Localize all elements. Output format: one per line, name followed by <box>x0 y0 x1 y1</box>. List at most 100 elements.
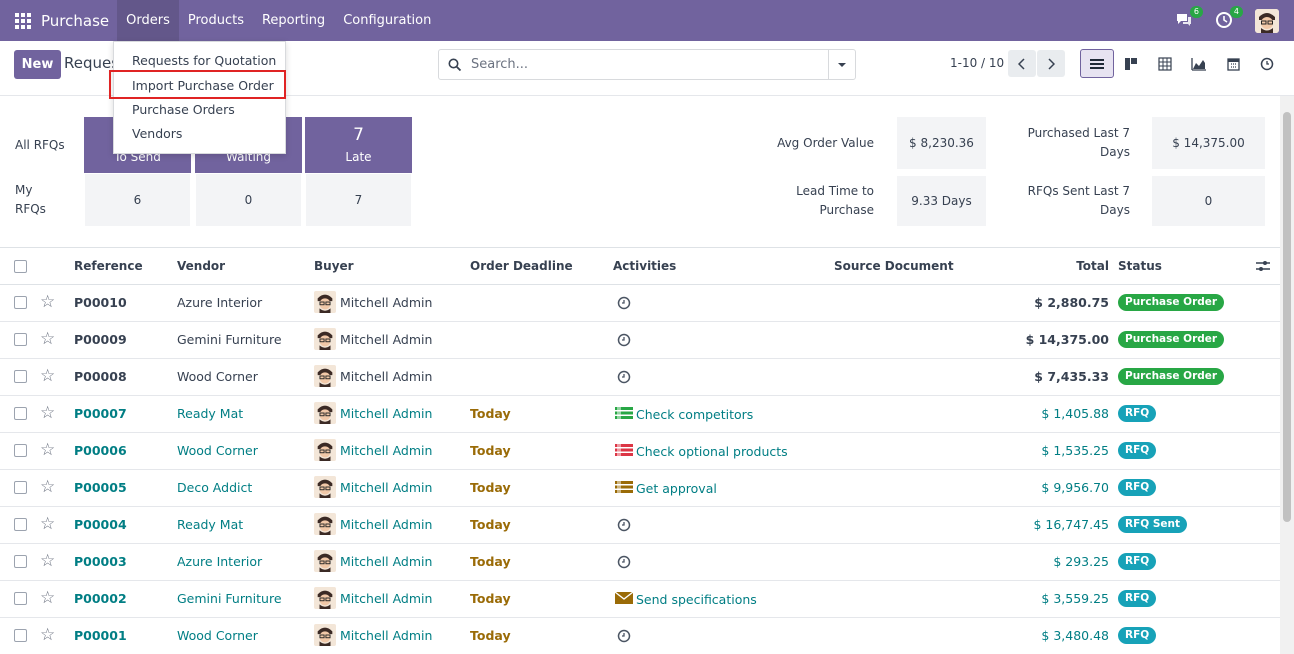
pager-value[interactable]: 1-10 / 10 <box>950 56 1004 70</box>
select-all-checkbox[interactable] <box>14 260 27 273</box>
header-order-deadline[interactable]: Order Deadline <box>470 259 573 273</box>
my-to-send-value[interactable]: 6 <box>85 174 190 226</box>
row-buyer-name: Mitchell Admin <box>340 405 433 421</box>
table-row[interactable]: ☆ P00009 Gemini Furniture Mitchell Admin $ 1… <box>0 322 1280 359</box>
table-row[interactable]: ☆ P00004 Ready Mat Mitchell Admin Today $ 16,… <box>0 507 1280 544</box>
tile-late-label: Late <box>345 150 372 164</box>
table-header: Reference Vendor Buyer Order Deadline Ac… <box>0 248 1280 285</box>
graph-view-button[interactable] <box>1182 49 1216 78</box>
activity-clock-icon[interactable] <box>617 296 631 310</box>
row-buyer: Mitchell Admin <box>314 513 432 535</box>
table-row[interactable]: ☆ P00007 Ready Mat Mitchell Admin Today Check… <box>0 396 1280 433</box>
table-row[interactable]: ☆ P00002 Gemini Furniture Mitchell Admin Tod… <box>0 581 1280 618</box>
star-icon[interactable]: ☆ <box>40 589 55 607</box>
app-brand[interactable]: Purchase <box>41 12 109 30</box>
pivot-view-button[interactable] <box>1148 49 1182 78</box>
row-checkbox[interactable] <box>14 518 27 531</box>
star-icon[interactable]: ☆ <box>40 478 55 496</box>
activity-clock-icon[interactable] <box>617 629 631 643</box>
star-icon[interactable]: ☆ <box>40 404 55 422</box>
activities-clock-icon[interactable]: 4 <box>1215 5 1243 31</box>
table-row[interactable]: ☆ P00005 Deco Addict Mitchell Admin Today Get… <box>0 470 1280 507</box>
pager-next-button[interactable] <box>1037 50 1065 77</box>
menu-purchase-orders[interactable]: Purchase Orders <box>114 98 285 122</box>
row-checkbox[interactable] <box>14 481 27 494</box>
table-row[interactable]: ☆ P00006 Wood Corner Mitchell Admin Today Che… <box>0 433 1280 470</box>
row-buyer-name: Mitchell Admin <box>340 331 433 347</box>
activity-view-button[interactable] <box>1250 49 1284 78</box>
table-row[interactable]: ☆ P00003 Azure Interior Mitchell Admin Today… <box>0 544 1280 581</box>
table-row[interactable]: ☆ P00008 Wood Corner Mitchell Admin $ 7,435.… <box>0 359 1280 396</box>
row-buyer-name: Mitchell Admin <box>340 294 433 310</box>
search-options-toggle[interactable] <box>828 50 855 79</box>
star-icon[interactable]: ☆ <box>40 552 55 570</box>
list-view-button[interactable] <box>1080 49 1114 78</box>
activity-clock-icon[interactable] <box>617 555 631 569</box>
table-row[interactable]: ☆ P00001 Wood Corner Mitchell Admin Today $ 3… <box>0 618 1280 654</box>
row-vendor: Wood Corner <box>177 369 258 384</box>
scrollbar-thumb[interactable] <box>1283 112 1291 522</box>
star-icon[interactable]: ☆ <box>40 330 55 348</box>
menu-orders[interactable]: Orders <box>117 0 179 41</box>
activity-clock-icon[interactable] <box>617 518 631 532</box>
header-total[interactable]: Total <box>1076 259 1109 273</box>
avatar <box>314 439 336 461</box>
row-reference: P00009 <box>74 332 127 347</box>
kanban-view-button[interactable] <box>1114 49 1148 78</box>
my-waiting-value[interactable]: 0 <box>196 174 301 226</box>
activity-cell[interactable]: Check optional products <box>615 443 788 460</box>
header-activities[interactable]: Activities <box>613 259 676 273</box>
header-status[interactable]: Status <box>1118 259 1162 273</box>
header-buyer[interactable]: Buyer <box>314 259 354 273</box>
row-checkbox[interactable] <box>14 592 27 605</box>
row-vendor: Wood Corner <box>177 443 258 458</box>
star-icon[interactable]: ☆ <box>40 367 55 385</box>
apps-grid-icon[interactable] <box>15 12 31 29</box>
tile-late[interactable]: 7 Late <box>305 117 412 173</box>
row-checkbox[interactable] <box>14 333 27 346</box>
row-checkbox[interactable] <box>14 296 27 309</box>
avatar <box>314 365 336 387</box>
activity-cell[interactable]: Get approval <box>615 480 717 497</box>
activity-clock-icon[interactable] <box>617 370 631 384</box>
pager-previous-button[interactable] <box>1008 50 1036 77</box>
row-checkbox[interactable] <box>14 629 27 642</box>
status-badge: Purchase Order <box>1118 294 1225 311</box>
activity-clock-icon[interactable] <box>617 333 631 347</box>
header-reference[interactable]: Reference <box>74 259 143 273</box>
activity-cell[interactable]: Send specifications <box>614 591 757 608</box>
header-source-document[interactable]: Source Document <box>834 259 954 273</box>
table-row[interactable]: ☆ P00010 Azure Interior Mitchell Admin $ 2,8… <box>0 285 1280 322</box>
row-vendor: Azure Interior <box>177 295 263 310</box>
star-icon[interactable]: ☆ <box>40 626 55 644</box>
optional-columns-icon[interactable] <box>1256 260 1270 275</box>
search-input[interactable] <box>471 57 828 72</box>
activity-cell[interactable]: Check competitors <box>615 406 753 423</box>
calendar-view-button[interactable] <box>1216 49 1250 78</box>
kpi-purchased-value: $ 14,375.00 <box>1152 117 1265 169</box>
row-checkbox[interactable] <box>14 370 27 383</box>
status-badge: Purchase Order <box>1118 368 1225 385</box>
user-avatar[interactable] <box>1255 8 1279 33</box>
menu-reporting[interactable]: Reporting <box>253 0 334 41</box>
row-checkbox[interactable] <box>14 444 27 457</box>
row-checkbox[interactable] <box>14 555 27 568</box>
messages-icon[interactable]: 6 <box>1175 5 1203 31</box>
row-reference: P00008 <box>74 369 127 384</box>
new-button[interactable]: New <box>14 50 61 79</box>
avatar <box>314 513 336 535</box>
avatar <box>314 550 336 572</box>
menu-configuration[interactable]: Configuration <box>334 0 440 41</box>
menu-products[interactable]: Products <box>179 0 253 41</box>
row-checkbox[interactable] <box>14 407 27 420</box>
row-reference: P00010 <box>74 295 127 310</box>
row-reference: P00005 <box>74 480 127 495</box>
row-deadline: Today <box>470 443 511 458</box>
my-late-value[interactable]: 7 <box>306 174 411 226</box>
header-vendor[interactable]: Vendor <box>177 259 225 273</box>
star-icon[interactable]: ☆ <box>40 515 55 533</box>
star-icon[interactable]: ☆ <box>40 441 55 459</box>
menu-vendors[interactable]: Vendors <box>114 122 285 146</box>
status-badge: Purchase Order <box>1118 331 1225 348</box>
star-icon[interactable]: ☆ <box>40 293 55 311</box>
